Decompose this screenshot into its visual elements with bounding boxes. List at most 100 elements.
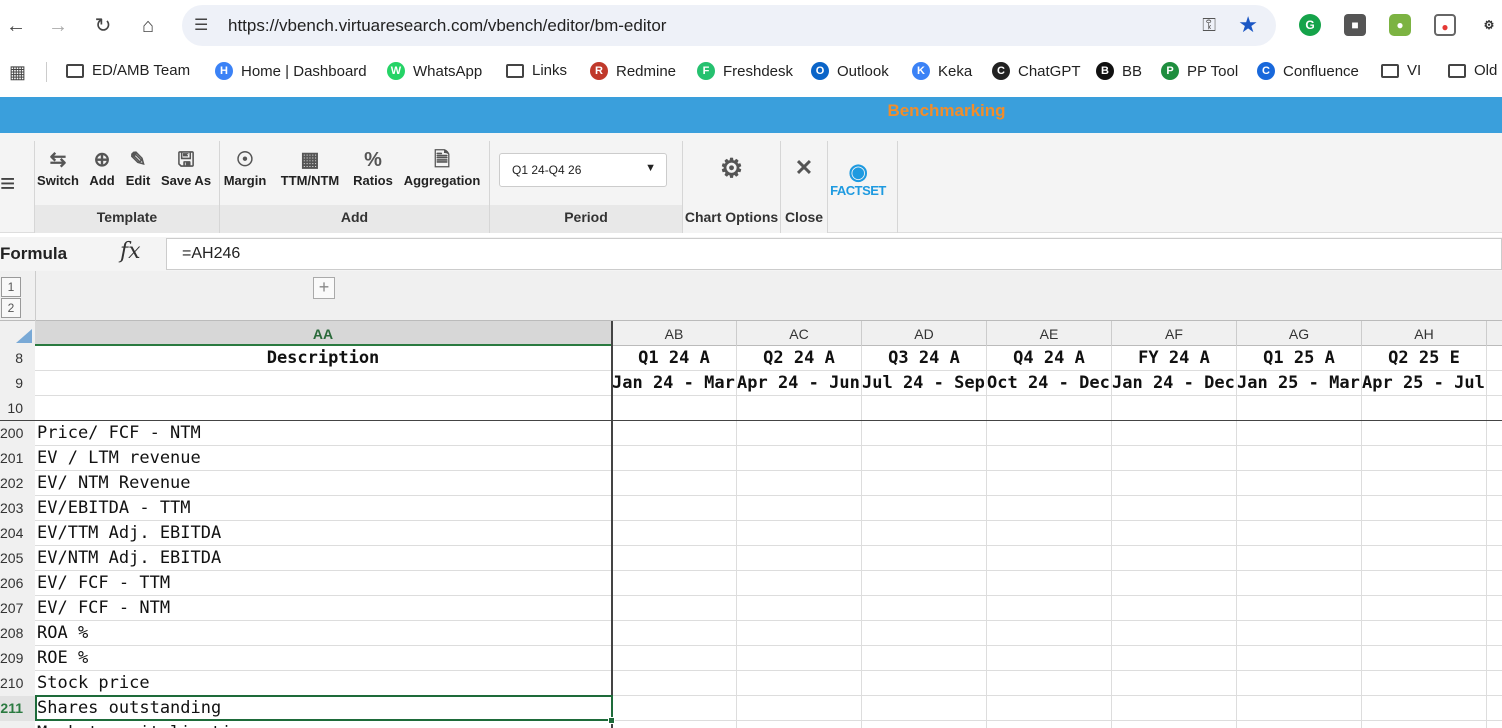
grid-cell[interactable] <box>737 646 862 671</box>
grid-cell[interactable] <box>862 446 987 471</box>
factset-button[interactable]: ◉ FACTSET <box>829 161 887 199</box>
save-as-button[interactable]: 🖫 Save As <box>159 147 213 188</box>
grid-cell[interactable] <box>737 471 862 496</box>
outline-level-2-button[interactable]: 2 <box>1 298 21 318</box>
bookmark-whatsapp[interactable]: W WhatsApp <box>387 62 482 80</box>
grid-cell[interactable] <box>1487 596 1502 621</box>
spreadsheet-grid[interactable]: AAABACADAEAFAGAHAI 8DescriptionQ1 24 AQ2… <box>0 321 1502 728</box>
grid-cell[interactable] <box>612 396 737 421</box>
grid-cell[interactable] <box>1487 721 1502 728</box>
grid-cell[interactable] <box>862 596 987 621</box>
address-bar[interactable]: ☰ https://vbench.virtuaresearch.com/vben… <box>182 5 1276 46</box>
grid-cell[interactable] <box>1237 471 1362 496</box>
grid-cell[interactable] <box>1112 596 1237 621</box>
column-header-ad[interactable]: AD <box>862 321 987 346</box>
aggregation-button[interactable]: 🗎 Aggregation <box>403 147 481 188</box>
period-date-cell[interactable]: Jan 24 - Dec 24 <box>1112 371 1237 396</box>
grid-cell[interactable] <box>1112 571 1237 596</box>
column-header-aa[interactable]: AA <box>35 321 612 346</box>
period-select[interactable]: Q1 24-Q4 26 ▼ <box>499 153 667 187</box>
grid-cell[interactable] <box>1362 646 1487 671</box>
grid-cell[interactable] <box>1237 496 1362 521</box>
grid-cell[interactable] <box>1237 571 1362 596</box>
grid-cell[interactable] <box>1237 721 1362 728</box>
grid-cell[interactable] <box>862 671 987 696</box>
column-header-ac[interactable]: AC <box>737 321 862 346</box>
select-all-corner[interactable] <box>0 321 35 346</box>
row-header[interactable]: 200 <box>0 421 35 446</box>
row-header[interactable]: 202 <box>0 471 35 496</box>
ttm-ntm-button[interactable]: ▦ TTM/NTM <box>277 147 343 188</box>
period-date-cell[interactable]: Jul 24 - Sep 24 <box>862 371 987 396</box>
grid-cell[interactable] <box>1112 396 1237 421</box>
grid-cell[interactable] <box>1362 421 1487 446</box>
bookmark-outlook[interactable]: O Outlook <box>811 62 889 80</box>
grid-cell[interactable] <box>737 546 862 571</box>
grid-cell[interactable] <box>1112 546 1237 571</box>
bookmark-ed-amb-team[interactable]: ED/AMB Team <box>66 62 190 79</box>
grid-cell[interactable] <box>862 696 987 721</box>
grid-cell[interactable] <box>612 696 737 721</box>
password-key-icon[interactable]: ⚿ <box>1202 15 1216 36</box>
period-header-cell[interactable]: Q4 24 A <box>987 346 1112 371</box>
row-header[interactable]: 209 <box>0 646 35 671</box>
period-header-cell[interactable]: Q1 25 A <box>1237 346 1362 371</box>
apps-grid-icon[interactable]: ▦ <box>9 62 26 83</box>
grid-cell[interactable] <box>1362 571 1487 596</box>
grid-cell[interactable] <box>737 621 862 646</box>
row-header[interactable]: 212 <box>0 721 35 728</box>
bookmark-old[interactable]: Old <box>1448 62 1497 79</box>
row-header[interactable]: 201 <box>0 446 35 471</box>
grid-cell[interactable] <box>862 396 987 421</box>
robot-extension-icon[interactable]: ● <box>1389 14 1411 36</box>
grid-cell[interactable] <box>987 421 1112 446</box>
grid-cell[interactable] <box>612 671 737 696</box>
column-header-ae[interactable]: AE <box>987 321 1112 346</box>
grid-cell[interactable] <box>612 471 737 496</box>
grid-cell[interactable] <box>862 646 987 671</box>
grid-cell[interactable] <box>1237 646 1362 671</box>
grid-cell[interactable] <box>1112 646 1237 671</box>
period-header-cell[interactable]: FY 24 A <box>1112 346 1237 371</box>
grid-cell[interactable] <box>987 721 1112 728</box>
description-cell[interactable]: EV/ FCF - TTM <box>35 571 612 596</box>
fill-handle[interactable] <box>608 717 615 724</box>
site-settings-icon[interactable]: ☰ <box>194 15 208 35</box>
grid-cell[interactable] <box>1112 696 1237 721</box>
description-cell[interactable]: ROA % <box>35 621 612 646</box>
grid-cell[interactable] <box>1362 596 1487 621</box>
extension-icon[interactable]: ■ <box>1344 14 1366 36</box>
forward-icon[interactable]: → <box>44 12 72 40</box>
bookmark-bb[interactable]: B BB <box>1096 62 1142 80</box>
grid-cell[interactable] <box>987 471 1112 496</box>
grid-cell[interactable] <box>1487 546 1502 571</box>
grid-cell[interactable] <box>1112 496 1237 521</box>
description-cell[interactable]: EV / LTM revenue <box>35 446 612 471</box>
grid-cell[interactable] <box>1112 721 1237 728</box>
close-button[interactable]: ✕ <box>781 155 827 181</box>
grid-cell[interactable] <box>1237 546 1362 571</box>
grid-cell[interactable] <box>1237 671 1362 696</box>
grid-cell[interactable] <box>1237 521 1362 546</box>
period-date-cell[interactable]: Oct 24 - Dec 24 <box>987 371 1112 396</box>
close-label[interactable]: Close <box>781 205 827 233</box>
grid-cell[interactable] <box>1112 446 1237 471</box>
grid-cell[interactable] <box>987 521 1112 546</box>
grid-cell[interactable] <box>1362 671 1487 696</box>
column-header-ai[interactable]: AI <box>1487 321 1502 346</box>
period-date-cell[interactable]: Apr 24 - Jun 24 <box>737 371 862 396</box>
grid-cell[interactable] <box>612 596 737 621</box>
home-icon[interactable]: ⌂ <box>134 12 162 40</box>
description-cell[interactable]: Market capitalization <box>35 721 612 728</box>
grid-cell[interactable] <box>612 446 737 471</box>
grid-cell[interactable] <box>1362 471 1487 496</box>
grid-cell[interactable] <box>612 621 737 646</box>
grid-cell[interactable] <box>862 496 987 521</box>
grid-cell[interactable] <box>1237 396 1362 421</box>
grid-cell[interactable] <box>1487 696 1502 721</box>
grid-cell[interactable] <box>1112 471 1237 496</box>
grid-cell[interactable] <box>987 646 1112 671</box>
grid-cell[interactable] <box>1487 471 1502 496</box>
row-header[interactable]: 9 <box>0 371 35 396</box>
grid-cell[interactable] <box>862 621 987 646</box>
